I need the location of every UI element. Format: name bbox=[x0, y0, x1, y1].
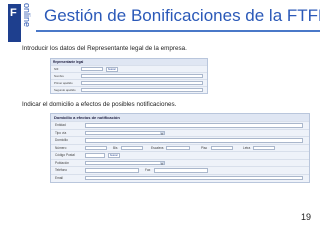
form-row-telefono: Teléfono Fax bbox=[51, 166, 309, 174]
piso-input[interactable] bbox=[211, 145, 233, 150]
form-row-poblacion: Población ▾ bbox=[51, 158, 309, 167]
domicilio-label: Domicilio bbox=[55, 138, 68, 142]
section1-intro: Introducir los datos del Representante l… bbox=[22, 45, 187, 52]
codigo-postal-input[interactable] bbox=[85, 153, 105, 158]
domicilio-input[interactable] bbox=[85, 138, 303, 143]
nif-input[interactable] bbox=[81, 67, 103, 71]
form-row-numero: Número Bis Escalera Piso Letra bbox=[51, 143, 309, 152]
tipo-via-label: Tipo vía bbox=[55, 130, 67, 135]
numero-input[interactable] bbox=[85, 145, 107, 150]
nombre-label: Nombre bbox=[54, 74, 64, 78]
section2-intro: Indicar el domicilio a efectos de posibl… bbox=[22, 101, 177, 108]
telefono-label: Teléfono bbox=[55, 168, 68, 172]
entidad-input[interactable] bbox=[85, 123, 303, 128]
form-row-entidad: Entidad bbox=[51, 121, 309, 129]
domicilio-form: Domicilio a efectos de notificación Enti… bbox=[50, 113, 310, 183]
entidad-label: Entidad bbox=[55, 123, 66, 127]
chevron-down-icon: ▾ bbox=[160, 161, 164, 166]
segundo-apellido-input[interactable] bbox=[81, 88, 203, 92]
nif-label: NIF bbox=[54, 67, 59, 71]
title-divider bbox=[36, 30, 320, 32]
nif-search-button[interactable]: buscar bbox=[106, 67, 118, 72]
form-row-codigo-postal: Código Postal buscar bbox=[51, 151, 309, 159]
logo-word: online bbox=[22, 3, 32, 28]
domicilio-form-title: Domicilio a efectos de notificación bbox=[51, 114, 309, 121]
tipo-via-select[interactable]: ▾ bbox=[85, 130, 165, 136]
form-row-primer-apellido: Primer apellido bbox=[51, 79, 207, 86]
form-row-nombre: Nombre bbox=[51, 72, 207, 79]
poblacion-label: Población bbox=[55, 160, 69, 165]
cp-search-button[interactable]: buscar bbox=[108, 153, 120, 158]
primer-apellido-label: Primer apellido bbox=[54, 81, 73, 85]
primer-apellido-input[interactable] bbox=[81, 81, 203, 85]
email-input[interactable] bbox=[85, 175, 303, 180]
form-row-nif: NIF buscar bbox=[51, 65, 207, 72]
chevron-down-icon: ▾ bbox=[160, 131, 164, 136]
escalera-input[interactable] bbox=[166, 145, 190, 150]
nombre-input[interactable] bbox=[81, 74, 203, 78]
codigo-postal-label: Código Postal bbox=[55, 153, 75, 157]
form-row-segundo-apellido: Segundo apellido bbox=[51, 86, 207, 93]
numero-label: Número bbox=[55, 145, 67, 150]
telefono-input[interactable] bbox=[85, 168, 139, 173]
form-row-domicilio: Domicilio bbox=[51, 136, 309, 144]
form-row-email: Email bbox=[51, 173, 309, 182]
email-label: Email bbox=[55, 175, 63, 180]
representante-form: Representante legal NIF buscar Nombre Pr… bbox=[50, 58, 208, 94]
segundo-apellido-label: Segundo apellido bbox=[54, 88, 76, 92]
page-number: 19 bbox=[300, 212, 311, 222]
bis-input[interactable] bbox=[121, 145, 143, 150]
fax-input[interactable] bbox=[154, 168, 208, 173]
poblacion-select[interactable]: ▾ bbox=[85, 160, 165, 166]
logo-wordmark: online bbox=[22, 3, 32, 43]
ftfe-logo: F bbox=[8, 4, 21, 42]
page-title: Gestión de Bonificaciones de la FTFE bbox=[44, 6, 320, 25]
logo-letter: F bbox=[10, 7, 17, 19]
letra-input[interactable] bbox=[253, 145, 275, 150]
form-row-tipo-via: Tipo vía ▾ bbox=[51, 128, 309, 137]
